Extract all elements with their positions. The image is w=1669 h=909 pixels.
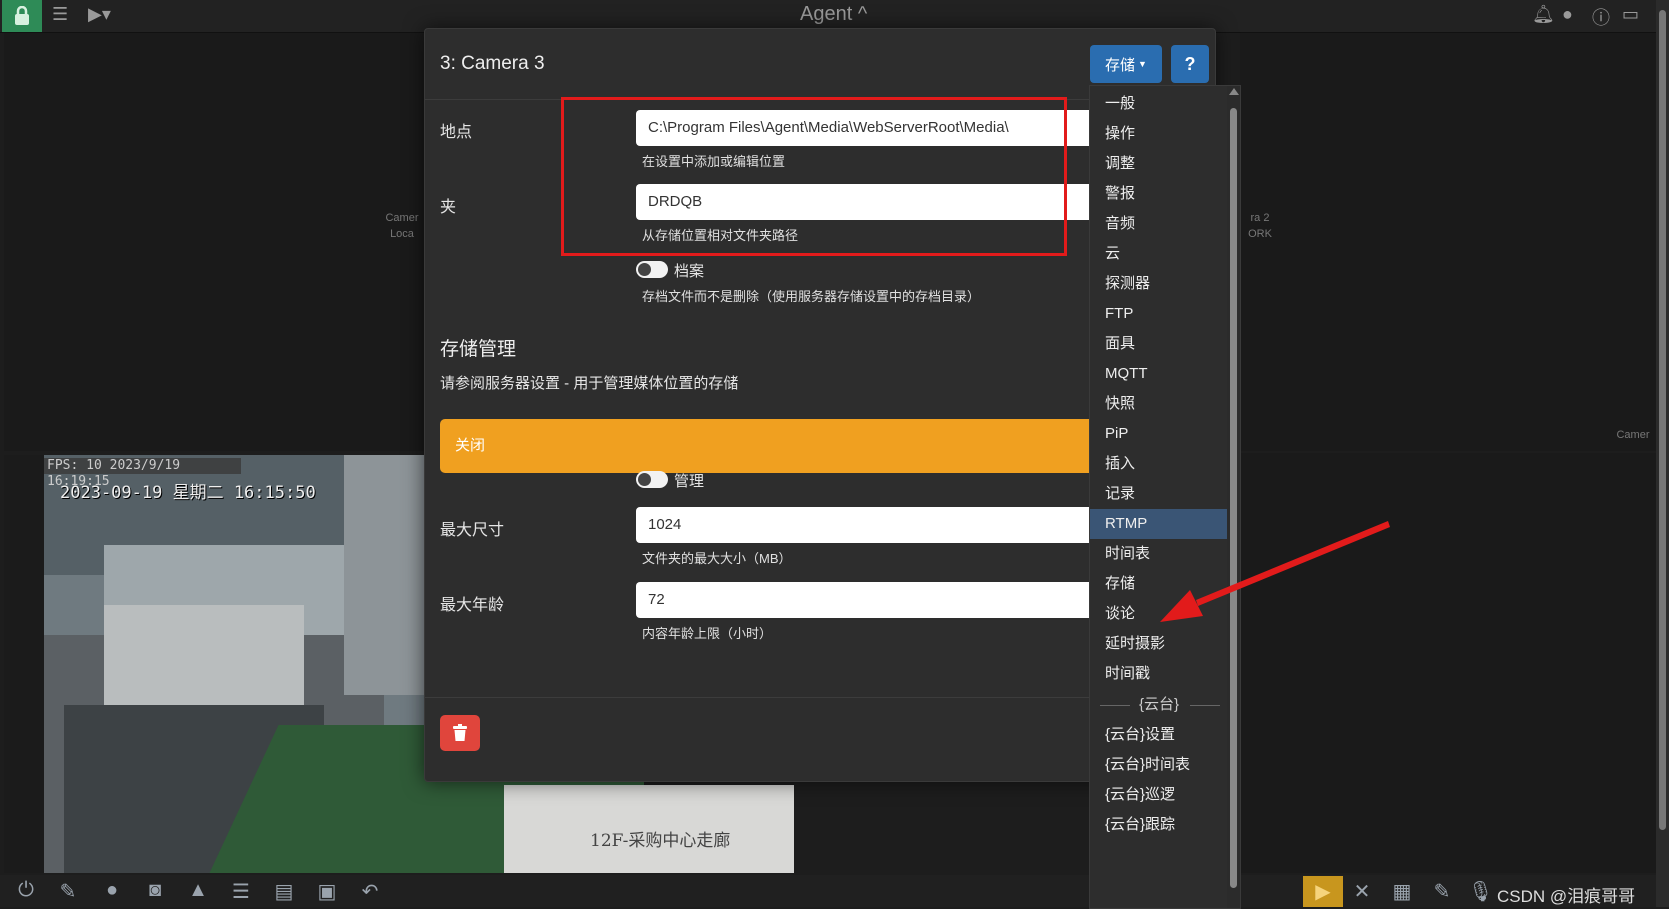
menu-item-timestamp[interactable]: 时间戳 <box>1090 659 1228 689</box>
caret-down-icon: ▼ <box>1138 59 1147 69</box>
annotation-highlight-box <box>561 97 1067 256</box>
archive-label: 档案 <box>674 263 705 280</box>
lock-button[interactable] <box>2 0 42 32</box>
folder-label: 夹 <box>440 199 457 216</box>
scroll-up-icon[interactable] <box>1229 88 1239 95</box>
menu-item-audio[interactable]: 音频 <box>1090 209 1228 239</box>
osd-location: 12F-采购中心走廊 <box>590 831 731 851</box>
power-icon[interactable]: ⏻ <box>14 879 38 902</box>
user-icon[interactable]: ● <box>1562 4 1573 25</box>
window-icon[interactable]: ▭ <box>1622 4 1639 25</box>
menu-item-plugins[interactable]: 插入 <box>1090 449 1228 479</box>
location-label: 地点 <box>440 124 473 141</box>
menu-item-ptz-settings[interactable]: {云台}设置 <box>1090 720 1228 750</box>
manage-label: 管理 <box>674 473 705 490</box>
max-age-hint: 内容年龄上限（小时） <box>642 626 773 641</box>
play-button[interactable]: ▶ <box>1303 876 1343 907</box>
menu-item-pip[interactable]: PiP <box>1090 419 1228 449</box>
edit-layout-icon[interactable]: ✎ <box>1430 879 1454 904</box>
record-icon[interactable]: ● <box>100 879 124 902</box>
trash-icon <box>453 724 467 741</box>
undo-icon[interactable]: ↶ <box>358 879 382 904</box>
menu-item-ptz-schedule[interactable]: {云台}时间表 <box>1090 750 1228 780</box>
menu-item-timelapse[interactable]: 延时摄影 <box>1090 629 1228 659</box>
bottom-toolbar: ⏻ ✎ ● ◙ ▲ ☰ ▤ ▣ ↶ ✕ ▦ ✎ 🎙︎ <box>0 875 1656 907</box>
menu-item-recording[interactable]: 记录 <box>1090 479 1228 509</box>
menu-item-rtmp[interactable]: RTMP <box>1090 509 1228 539</box>
storage-management-title: 存储管理 <box>440 339 517 360</box>
archive-hint: 存档文件而不是删除（使用服务器存储设置中的存档目录） <box>642 289 981 304</box>
menu-item-general[interactable]: 一般 <box>1090 89 1228 119</box>
manage-toggle[interactable] <box>636 471 668 488</box>
menu-item-adjust[interactable]: 调整 <box>1090 149 1228 179</box>
server-icon[interactable]: ☰ <box>52 4 68 25</box>
camera-icon[interactable]: ◙ <box>143 879 167 902</box>
camera-tile-2-label: ra 2 ORK <box>1248 212 1272 240</box>
camera-tile-4[interactable] <box>1240 453 1656 873</box>
camera-menu-icon[interactable]: ▶▾ <box>88 4 111 25</box>
menu-item-mask[interactable]: 面具 <box>1090 329 1228 359</box>
menu-item-talk[interactable]: 谈论 <box>1090 599 1228 629</box>
menu-scrollbar[interactable] <box>1227 85 1241 909</box>
menu-item-ptz-patrol[interactable]: {云台}巡逻 <box>1090 780 1228 810</box>
play-icon: ▶ <box>1315 881 1331 903</box>
camera-tile-corner-label: Camer <box>1616 429 1650 441</box>
app-title[interactable]: Agent ^ <box>800 3 867 26</box>
page-scrollbar[interactable] <box>1656 0 1669 907</box>
delete-button[interactable] <box>440 715 480 751</box>
microphone-icon[interactable]: 🎙︎ <box>1468 879 1493 904</box>
bell-icon[interactable]: 🔔︎ <box>1532 4 1555 25</box>
checklist-icon[interactable]: ☰ <box>229 879 253 904</box>
info-icon[interactable]: ⓘ <box>1592 4 1610 30</box>
menu-item-alerts[interactable]: 警报 <box>1090 179 1228 209</box>
storage-dropdown-button[interactable]: 存储 ▼ <box>1090 45 1162 83</box>
menu-item-storage[interactable]: 存储 <box>1090 569 1228 599</box>
chevron-up-icon: ^ <box>857 3 868 25</box>
camera-tile-1[interactable] <box>4 33 424 451</box>
lock-icon <box>15 6 29 25</box>
camera-tile-2[interactable] <box>1240 33 1656 451</box>
dialog-title: 3: Camera 3 <box>440 53 545 74</box>
settings-section-menu: 一般 操作 调整 警报 音频 云 探测器 FTP 面具 MQTT 快照 PiP … <box>1089 85 1228 909</box>
grid-icon[interactable]: ▦ <box>1390 879 1414 904</box>
storage-button-label: 存储 <box>1105 56 1136 74</box>
alert-icon[interactable]: ▲ <box>186 879 210 902</box>
menu-item-ptz-tracking[interactable]: {云台}跟踪 <box>1090 810 1228 840</box>
mute-icon[interactable]: ✕ <box>1350 879 1374 904</box>
menu-item-schedule[interactable]: 时间表 <box>1090 539 1228 569</box>
menu-item-mqtt[interactable]: MQTT <box>1090 359 1228 389</box>
menu-item-ftp[interactable]: FTP <box>1090 299 1228 329</box>
archive-toggle[interactable] <box>636 261 668 278</box>
osd-timestamp: 2023-09-19 星期二 16:15:50 <box>60 483 316 503</box>
menu-item-detector[interactable]: 探测器 <box>1090 269 1228 299</box>
fps-overlay: FPS: 10 2023/9/19 16:19:15 <box>44 458 241 489</box>
menu-divider-right <box>1190 705 1220 706</box>
storage-management-text: 请参阅服务器设置 - 用于管理媒体位置的存储 <box>440 375 739 392</box>
camera-tile-1-label: Camer Loca <box>385 212 419 240</box>
edit-icon[interactable]: ✎ <box>56 879 80 904</box>
help-button[interactable]: ? <box>1171 45 1209 83</box>
menu-item-cloud[interactable]: 云 <box>1090 239 1228 269</box>
max-size-hint: 文件夹的最大大小（MB） <box>642 551 792 566</box>
image-icon[interactable]: ▣ <box>315 879 339 904</box>
max-age-label: 最大年龄 <box>440 597 505 614</box>
app-title-text: Agent <box>800 3 853 25</box>
watermark: CSDN @泪痕哥哥 <box>1497 887 1636 906</box>
max-size-label: 最大尺寸 <box>440 522 505 539</box>
menu-item-actions[interactable]: 操作 <box>1090 119 1228 149</box>
file-icon[interactable]: ▤ <box>272 879 296 904</box>
menu-item-snapshot[interactable]: 快照 <box>1090 389 1228 419</box>
